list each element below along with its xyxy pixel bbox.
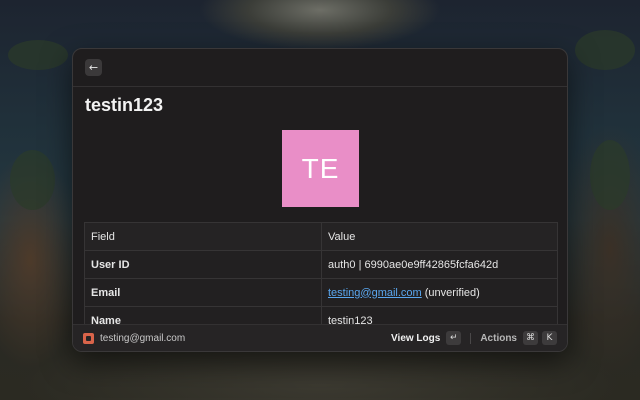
table-row: User ID auth0 | 6990ae0e9ff42865fcfa642d (84, 250, 558, 279)
window-toolbar: ← (73, 49, 567, 87)
field-email-value: testing@gmail.com (unverified) (321, 278, 558, 307)
field-email-label: Email (84, 278, 322, 307)
action-bar: testing@gmail.com View Logs ↵ Actions ⌘ … (73, 324, 567, 351)
avatar: TE (282, 130, 359, 207)
field-user-id-value: auth0 | 6990ae0e9ff42865fcfa642d (321, 250, 558, 279)
view-logs-button[interactable]: View Logs (391, 333, 440, 344)
table-row: Email testing@gmail.com (unverified) (84, 278, 558, 307)
email-link[interactable]: testing@gmail.com (328, 287, 422, 299)
avatar-initials: TE (301, 152, 340, 184)
auth0-logo-icon (83, 332, 94, 344)
user-details-window: ← testin123 TE Field Value User ID auth0… (72, 48, 568, 352)
field-name-label: Name (84, 306, 322, 325)
user-details-content: testin123 TE Field Value User ID auth0 |… (73, 87, 567, 325)
k-key-icon: K (542, 331, 557, 345)
user-details-table: Field Value User ID auth0 | 6990ae0e9ff4… (84, 222, 558, 325)
column-header-field: Field (84, 222, 322, 251)
email-verification-status: (unverified) (421, 286, 480, 299)
field-name-value: testin123 (321, 306, 558, 325)
table-header-row: Field Value (84, 222, 558, 251)
back-arrow-icon[interactable]: ← (85, 59, 102, 76)
actions-button[interactable]: Actions (480, 333, 517, 344)
table-row: Name testin123 (84, 306, 558, 325)
column-header-value: Value (321, 222, 558, 251)
field-user-id-label: User ID (84, 250, 322, 279)
account-email: testing@gmail.com (100, 332, 186, 344)
page-title: testin123 (85, 95, 164, 115)
command-key-icon: ⌘ (523, 331, 538, 345)
enter-key-icon: ↵ (446, 331, 462, 345)
divider (470, 332, 472, 344)
